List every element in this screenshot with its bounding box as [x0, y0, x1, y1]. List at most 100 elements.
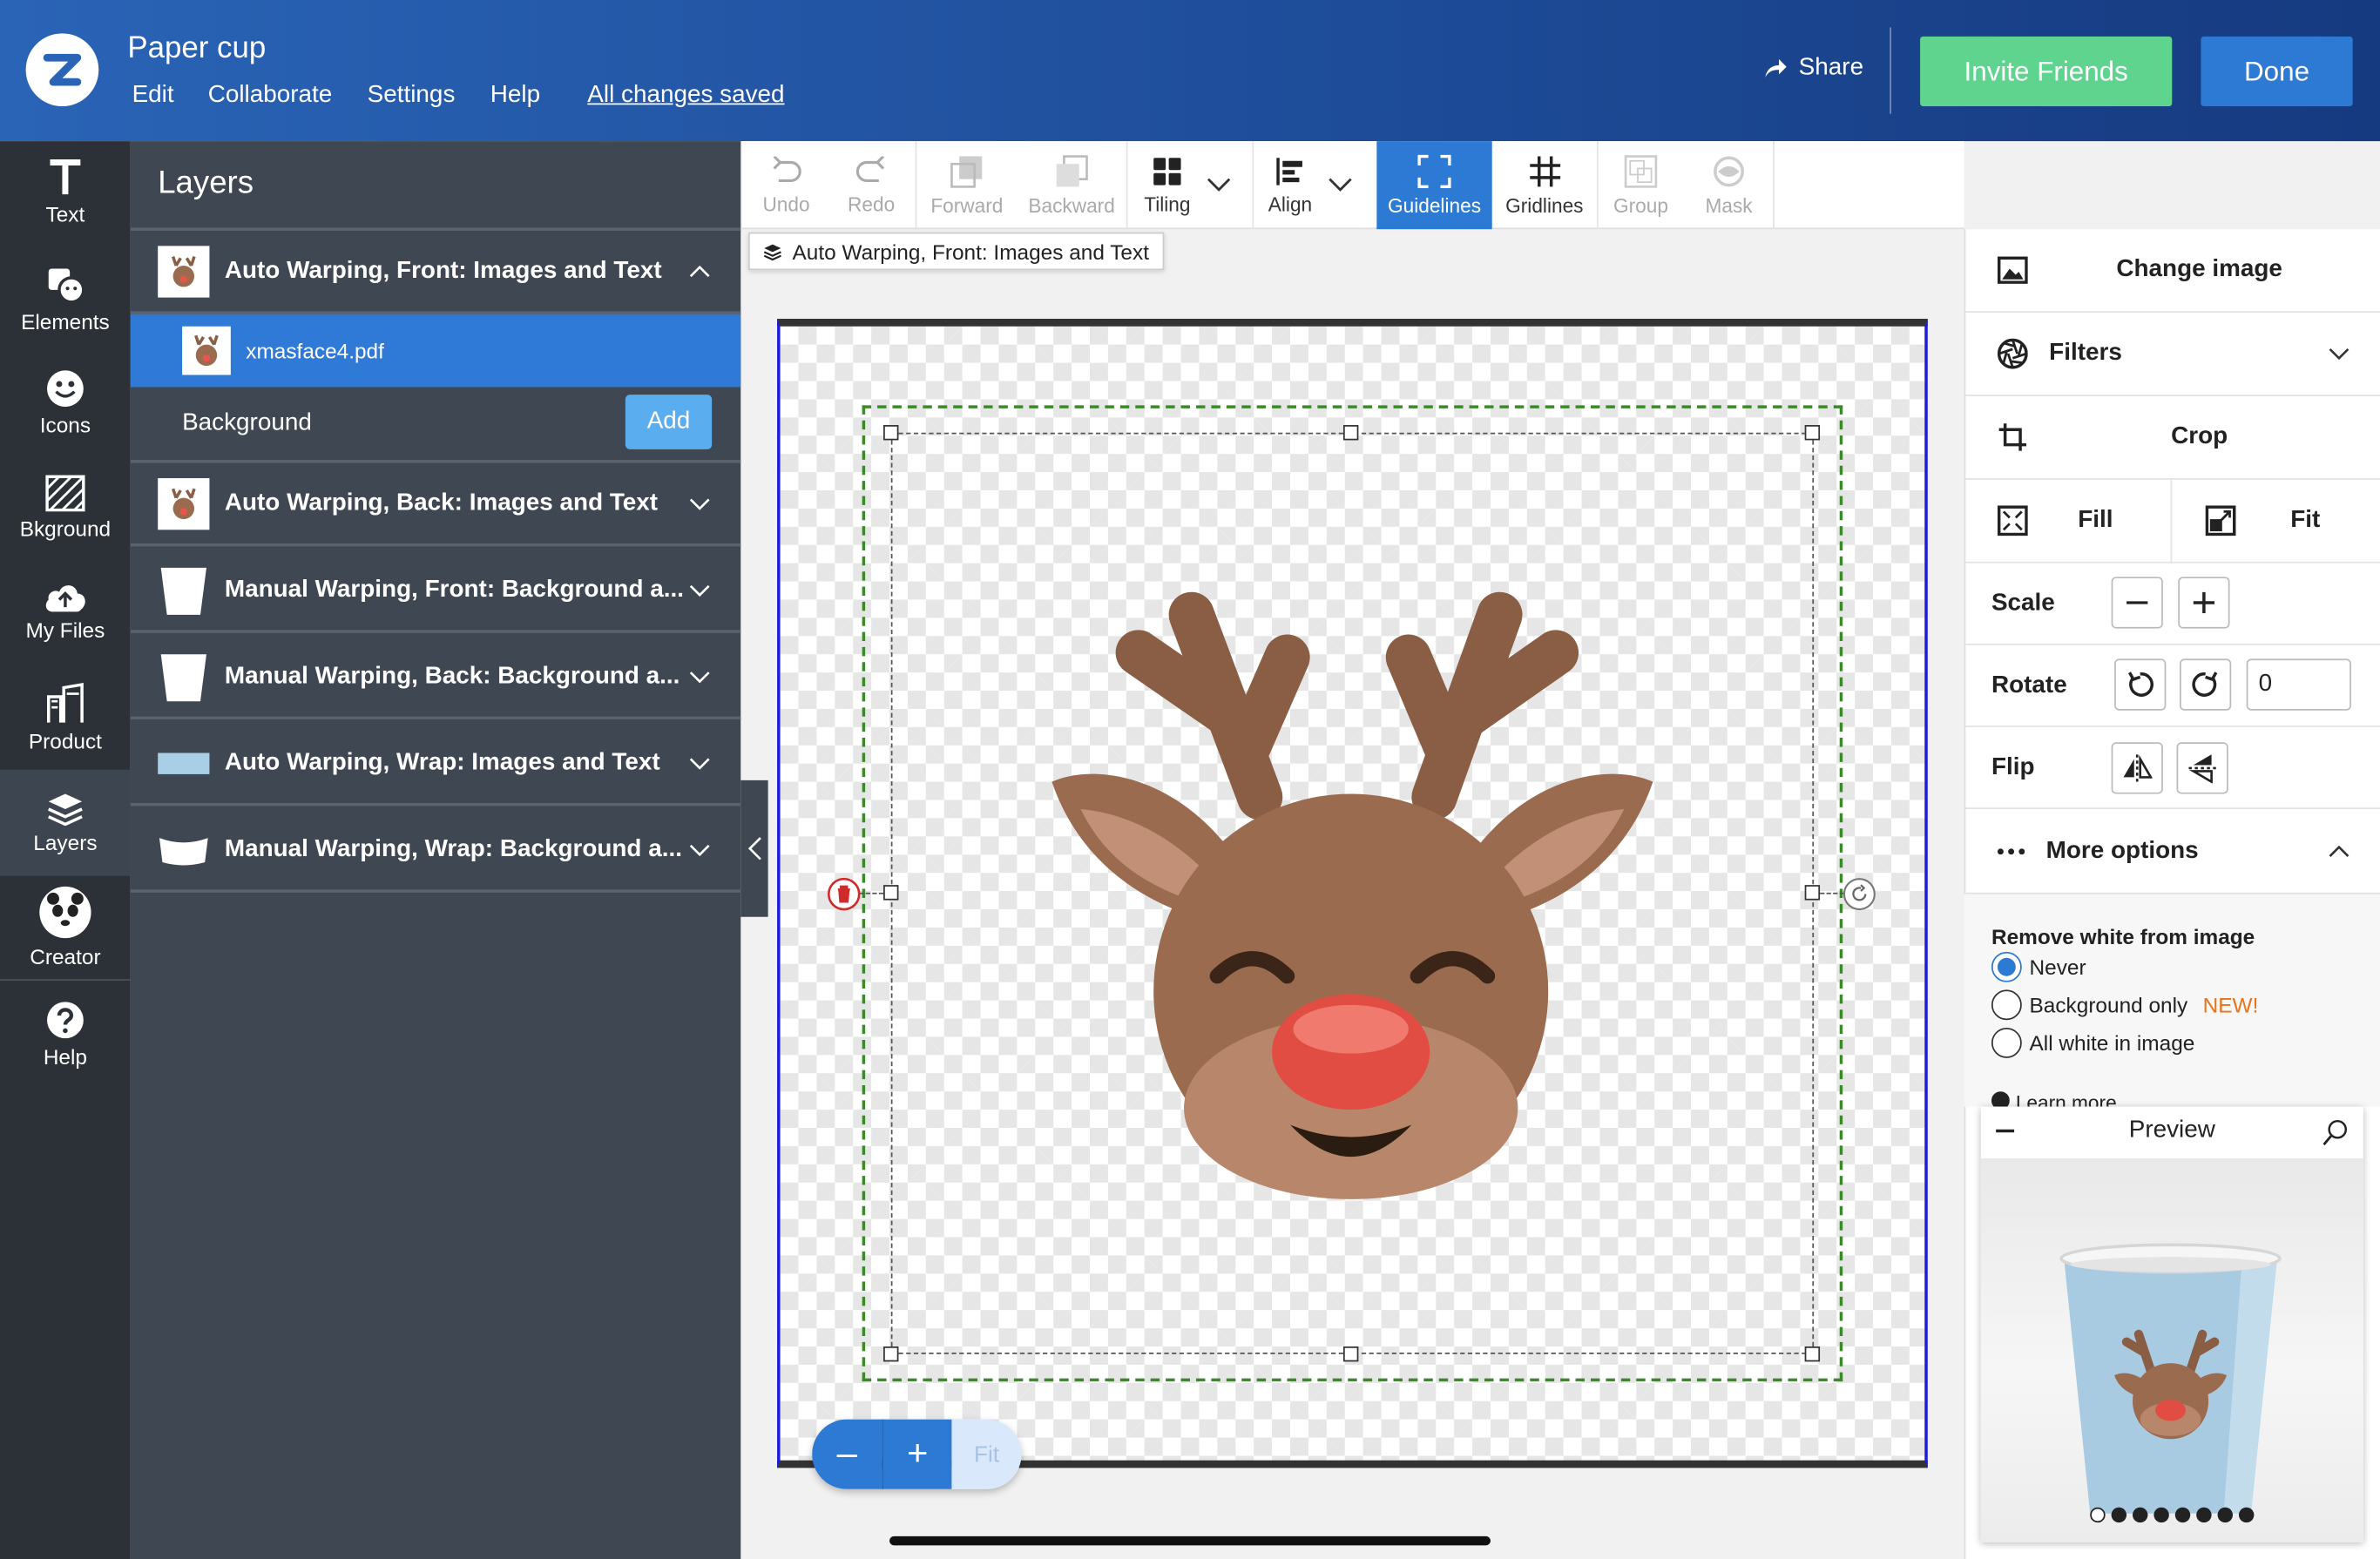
mask-button[interactable]: Mask: [1687, 141, 1769, 229]
collapse-panel-tab[interactable]: [740, 780, 768, 917]
layer-label: Background: [182, 409, 312, 436]
zoom-in-button[interactable]: +: [882, 1419, 952, 1489]
radio-never[interactable]: Never: [1991, 951, 2086, 982]
rail-background[interactable]: Bkground: [0, 475, 131, 551]
delete-icon[interactable]: [828, 877, 861, 911]
resize-handle[interactable]: [1804, 425, 1821, 441]
chevron-down-icon: [1207, 178, 1231, 192]
rail-creator[interactable]: Creator: [0, 885, 131, 976]
filters-row[interactable]: Filters: [1964, 313, 2380, 396]
rotate-right-button[interactable]: [2180, 658, 2232, 711]
save-status-link[interactable]: All changes saved: [587, 82, 784, 109]
zoom-preview-icon[interactable]: [2323, 1119, 2350, 1146]
bring-forward-button[interactable]: Forward: [922, 141, 1013, 229]
tiling-button[interactable]: Tiling: [1133, 141, 1202, 229]
zoom-fit-button[interactable]: Fit: [951, 1419, 1022, 1489]
layer-group-wrap[interactable]: Auto Warping, Wrap: Images and Text: [130, 723, 741, 806]
layer-group-manual-back[interactable]: Manual Warping, Back: Background a...: [130, 636, 741, 720]
rail-my-files[interactable]: My Files: [0, 580, 131, 656]
learn-more-link[interactable]: Learn more: [1991, 1091, 2356, 1107]
reindeer-image[interactable]: [1047, 584, 1657, 1207]
rail-elements[interactable]: Elements: [0, 266, 131, 341]
menu-help[interactable]: Help: [490, 82, 540, 109]
change-image-button[interactable]: Change image: [1964, 229, 2380, 314]
cloud-upload-icon: [45, 585, 85, 612]
rail-product[interactable]: Product: [0, 682, 131, 758]
zoom-out-button[interactable]: –: [812, 1419, 882, 1489]
resize-handle[interactable]: [1342, 1346, 1359, 1362]
scale-up-button[interactable]: [2178, 577, 2230, 629]
fit-button[interactable]: Fit: [2172, 479, 2380, 563]
crop-button[interactable]: Crop: [1964, 396, 2380, 480]
carousel-dot[interactable]: [2196, 1507, 2212, 1523]
fill-fit-row: Fill Fit: [1964, 478, 2380, 564]
rail-help[interactable]: Help: [0, 1001, 131, 1076]
carousel-dot[interactable]: [2132, 1507, 2148, 1523]
resize-handle[interactable]: [883, 425, 899, 441]
rail-text[interactable]: Text: [0, 158, 131, 233]
layer-group-front[interactable]: Auto Warping, Front: Images and Text: [130, 231, 741, 314]
more-dots-icon: [1997, 847, 2025, 854]
layer-group-back[interactable]: Auto Warping, Back: Images and Text: [130, 463, 741, 547]
rail-layers[interactable]: Layers: [0, 769, 131, 876]
radio-background-only[interactable]: Background only NEW!: [1991, 989, 2258, 1021]
menu-collaborate[interactable]: Collaborate: [208, 82, 333, 109]
guidelines-toggle[interactable]: Guidelines: [1376, 141, 1492, 230]
chevron-down-icon[interactable]: [689, 584, 710, 597]
share-button[interactable]: Share: [1764, 55, 1863, 82]
undo-button[interactable]: Undo: [747, 141, 826, 229]
redo-button[interactable]: Redo: [832, 141, 911, 229]
align-dropdown[interactable]: [1329, 173, 1353, 200]
radio-all-white[interactable]: All white in image: [1991, 1027, 2195, 1058]
chevron-down-icon[interactable]: [689, 497, 710, 510]
radio-button-checked[interactable]: [1991, 951, 2022, 982]
rotate-handle-icon[interactable]: [1842, 877, 1876, 911]
rotate-left-button[interactable]: [2114, 658, 2167, 711]
chevron-down-icon[interactable]: [689, 671, 710, 683]
rotate-angle-input[interactable]: [2246, 658, 2351, 711]
group-button[interactable]: Group: [1603, 141, 1679, 229]
align-button[interactable]: Align: [1260, 141, 1321, 229]
carousel-dot[interactable]: [2153, 1507, 2169, 1523]
layer-group-manual-wrap[interactable]: Manual Warping, Wrap: Background a...: [130, 809, 741, 893]
resize-handle[interactable]: [883, 1346, 899, 1362]
tiling-dropdown[interactable]: [1207, 173, 1231, 200]
flip-vertical-button[interactable]: [2176, 742, 2228, 794]
preview-carousel-dots[interactable]: [1981, 1507, 2363, 1524]
flip-horizontal-button[interactable]: [2111, 742, 2163, 794]
send-backward-button[interactable]: Backward: [1022, 141, 1122, 229]
aperture-icon: [1997, 338, 2028, 369]
radio-all-white-label: All white in image: [2029, 1030, 2195, 1056]
resize-handle[interactable]: [1342, 425, 1359, 441]
fill-button[interactable]: Fill: [1964, 478, 2173, 563]
carousel-dot[interactable]: [2217, 1507, 2233, 1523]
carousel-dot[interactable]: [2111, 1507, 2127, 1523]
document-title[interactable]: Paper cup: [127, 32, 266, 67]
more-options-row[interactable]: More options: [1964, 809, 2380, 894]
rail-icons[interactable]: Icons: [0, 369, 131, 445]
add-background-button[interactable]: Add: [625, 395, 713, 449]
menu-settings[interactable]: Settings: [368, 82, 456, 109]
gridlines-toggle[interactable]: Gridlines: [1495, 141, 1593, 229]
layer-group-manual-front[interactable]: Manual Warping, Front: Background a...: [130, 550, 741, 633]
zazzle-logo-icon[interactable]: [25, 33, 99, 107]
radio-button[interactable]: [1991, 1027, 2022, 1058]
horizontal-scrollbar[interactable]: [889, 1535, 1491, 1546]
layer-breadcrumb[interactable]: Auto Warping, Front: Images and Text: [747, 232, 1165, 271]
carousel-dot[interactable]: [2090, 1507, 2106, 1523]
chevron-up-icon[interactable]: [689, 265, 710, 277]
scale-down-button[interactable]: [2111, 577, 2163, 629]
carousel-dot[interactable]: [2238, 1507, 2255, 1523]
invite-friends-button[interactable]: Invite Friends: [1920, 36, 2173, 107]
resize-handle[interactable]: [883, 885, 899, 901]
resize-handle[interactable]: [1804, 885, 1821, 901]
chevron-down-icon[interactable]: [689, 757, 710, 769]
chevron-down-icon[interactable]: [689, 843, 710, 856]
done-button[interactable]: Done: [2201, 36, 2353, 107]
menu-edit[interactable]: Edit: [132, 82, 174, 109]
product-preview-image[interactable]: [1980, 1157, 2363, 1542]
layer-item-selected[interactable]: xmasface4.pdf: [130, 314, 741, 388]
carousel-dot[interactable]: [2174, 1507, 2191, 1523]
resize-handle[interactable]: [1804, 1346, 1821, 1362]
radio-button[interactable]: [1991, 989, 2022, 1021]
